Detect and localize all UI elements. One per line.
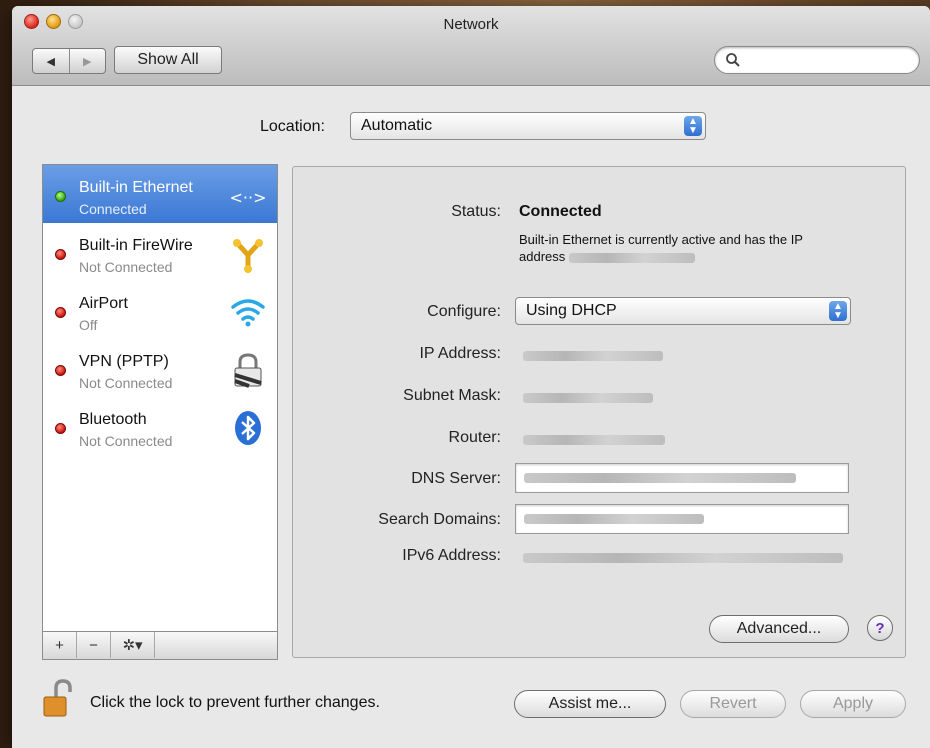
- airport-wifi-icon: [231, 299, 265, 327]
- show-all-button[interactable]: Show All: [114, 46, 222, 74]
- status-dot-icon: [55, 307, 66, 318]
- service-name: Built-in FireWire: [79, 237, 193, 254]
- service-name: Bluetooth: [79, 411, 147, 428]
- popup-arrows-icon: ▲ ▼: [684, 116, 702, 136]
- revert-button[interactable]: Revert: [680, 690, 786, 718]
- remove-service-button[interactable]: −: [77, 632, 111, 658]
- title-bar: Network ◀ ▶ Show All: [12, 6, 930, 86]
- apply-button[interactable]: Apply: [800, 690, 906, 718]
- search-domains-field[interactable]: [515, 504, 849, 534]
- configure-label: Configure:: [427, 303, 501, 320]
- ip-address-label: IP Address:: [419, 345, 501, 362]
- firewire-icon: [233, 239, 263, 273]
- status-dot-icon: [55, 423, 66, 434]
- ipv6-address-label: IPv6 Address:: [402, 547, 501, 564]
- back-forward-control: ◀ ▶: [32, 48, 106, 74]
- search-domains-label: Search Domains:: [378, 511, 501, 528]
- service-list: Built-in Ethernet Connected <··> Built-i…: [42, 164, 278, 632]
- location-value: Automatic: [361, 117, 433, 134]
- service-item-ethernet[interactable]: Built-in Ethernet Connected <··>: [43, 165, 277, 223]
- lock-icon[interactable]: [42, 678, 76, 718]
- service-status: Not Connected: [79, 375, 173, 391]
- popup-arrows-icon: ▲ ▼: [829, 301, 847, 321]
- redacted-router-value: [523, 435, 665, 445]
- lock-message: Click the lock to prevent further change…: [90, 694, 380, 711]
- redacted-dns-value: [524, 473, 796, 483]
- service-name: Built-in Ethernet: [79, 179, 193, 196]
- configure-popup[interactable]: Using DHCP ▲ ▼: [515, 297, 851, 325]
- status-dot-icon: [55, 191, 66, 202]
- search-field[interactable]: [714, 46, 920, 74]
- add-service-button[interactable]: +: [43, 632, 77, 658]
- router-label: Router:: [448, 429, 501, 446]
- forward-button[interactable]: ▶: [70, 49, 106, 73]
- status-description: Built-in Ethernet is currently active an…: [519, 231, 849, 265]
- location-label: Location:: [260, 118, 325, 135]
- forward-arrow-icon: ▶: [83, 55, 92, 68]
- help-button[interactable]: ?: [867, 615, 893, 641]
- service-item-vpn[interactable]: VPN (PPTP) Not Connected: [43, 339, 277, 397]
- status-label: Status:: [451, 203, 501, 220]
- bluetooth-icon: [235, 411, 261, 445]
- service-list-toolbar: + − ✲▾: [42, 632, 278, 660]
- search-icon: [726, 53, 740, 67]
- service-item-firewire[interactable]: Built-in FireWire Not Connected: [43, 223, 277, 281]
- redacted-subnet-value: [523, 393, 653, 403]
- redacted-search-domains-value: [524, 514, 704, 524]
- gear-icon: ✲▾: [122, 637, 143, 654]
- location-popup[interactable]: Automatic ▲ ▼: [350, 112, 706, 140]
- vpn-lock-icon: [234, 353, 262, 388]
- svg-text:<··>: <··>: [230, 188, 267, 207]
- status-value: Connected: [519, 203, 602, 220]
- service-status: Not Connected: [79, 259, 173, 275]
- redacted-ip-value: [523, 351, 663, 361]
- subnet-mask-label: Subnet Mask:: [403, 387, 501, 404]
- dns-server-field[interactable]: [515, 463, 849, 493]
- status-dot-icon: [55, 365, 66, 376]
- assist-me-button[interactable]: Assist me...: [514, 690, 666, 718]
- help-icon: ?: [875, 619, 885, 637]
- service-item-bluetooth[interactable]: Bluetooth Not Connected: [43, 397, 277, 455]
- redacted-ip-address: [568, 252, 695, 263]
- service-item-airport[interactable]: AirPort Off: [43, 281, 277, 339]
- service-status: Not Connected: [79, 433, 173, 449]
- window-title: Network: [443, 16, 499, 33]
- action-menu-button[interactable]: ✲▾: [111, 632, 155, 658]
- ethernet-icon: <··>: [230, 188, 267, 207]
- configure-value: Using DHCP: [526, 302, 617, 319]
- back-arrow-icon: ◀: [46, 55, 55, 68]
- dns-server-label: DNS Server:: [411, 470, 501, 487]
- redacted-ipv6-value: [523, 553, 843, 563]
- service-status: Off: [79, 317, 98, 333]
- service-name: AirPort: [79, 295, 128, 312]
- service-detail-panel: Status: Connected Built-in Ethernet is c…: [292, 166, 906, 658]
- status-dot-icon: [55, 249, 66, 260]
- service-status: Connected: [79, 201, 147, 217]
- back-button[interactable]: ◀: [33, 49, 70, 73]
- network-preferences-window: Network ◀ ▶ Show All Location: Automatic…: [12, 6, 930, 748]
- service-name: VPN (PPTP): [79, 353, 169, 370]
- advanced-button[interactable]: Advanced...: [709, 615, 849, 643]
